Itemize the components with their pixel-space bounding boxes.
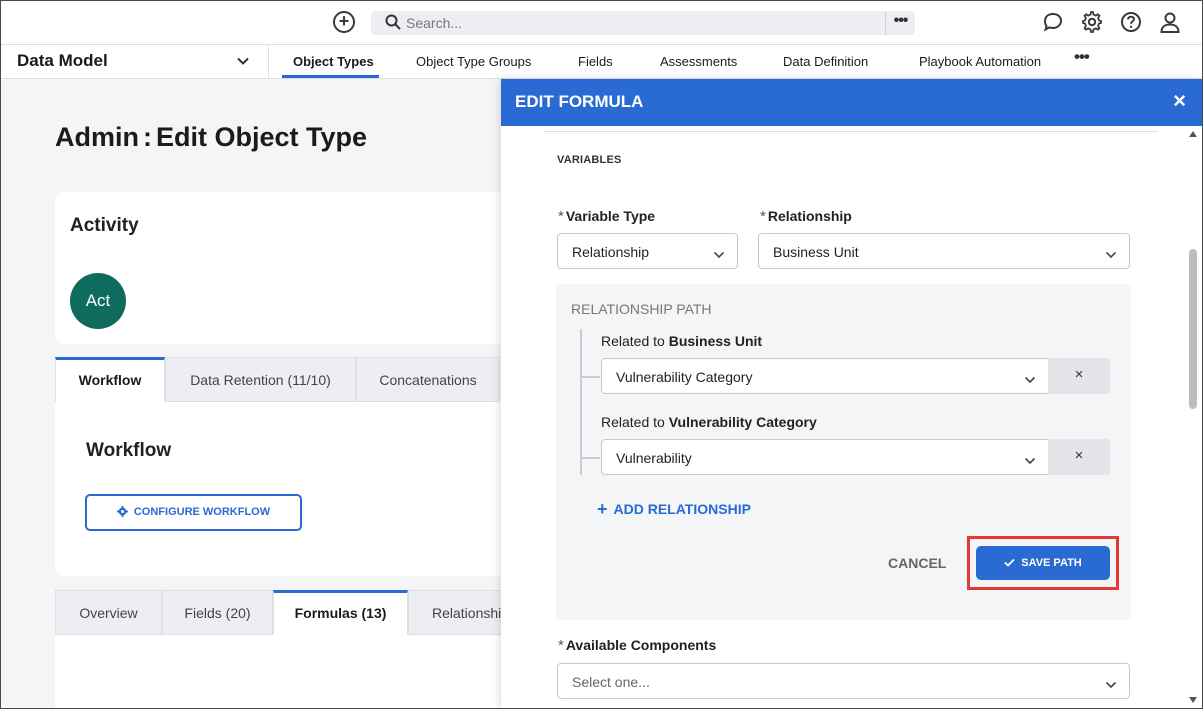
path-step-1-prefix: Related to — [601, 333, 665, 349]
variable-type-select[interactable]: Relationship — [557, 233, 738, 269]
tab-fields[interactable]: Fields (20) — [162, 590, 273, 635]
relationship-select[interactable]: Business Unit — [758, 233, 1130, 269]
chevron-down-icon[interactable] — [236, 54, 250, 73]
scroll-down-arrow[interactable] — [1189, 697, 1197, 703]
search-icon — [385, 14, 401, 35]
edit-formula-panel: EDIT FORMULA × VARIABLES * Variable Type … — [501, 79, 1203, 709]
tab-formulas[interactable]: Formulas (13) — [273, 590, 408, 635]
variable-type-label: * Variable Type — [558, 208, 655, 225]
close-icon[interactable]: × — [1173, 90, 1186, 112]
path-step-1-select[interactable]: Vulnerability Category × — [601, 358, 1110, 394]
chevron-down-icon — [1105, 247, 1117, 265]
path-step-2-select[interactable]: Vulnerability × — [601, 439, 1110, 475]
relationship-value: Business Unit — [773, 244, 859, 260]
top-tabs: Workflow Data Retention (11/10) Concaten… — [55, 357, 500, 402]
variable-type-value: Relationship — [572, 244, 650, 260]
available-components-select[interactable]: Select one... — [557, 663, 1130, 699]
required-asterisk: * — [558, 637, 564, 654]
relationship-label-text: Relationship — [767, 208, 852, 224]
required-asterisk: * — [558, 208, 564, 225]
nav-item-object-type-groups[interactable]: Object Type Groups — [416, 54, 531, 69]
add-relationship-label: ADD RELATIONSHIP — [613, 501, 751, 517]
configure-workflow-button[interactable]: CONFIGURE WORKFLOW — [85, 494, 302, 531]
path-tree-branch — [580, 376, 600, 378]
nav-more-button[interactable]: ••• — [1074, 47, 1090, 67]
section-title[interactable]: Data Model — [17, 51, 108, 71]
avatar: Act — [70, 273, 126, 329]
chat-icon[interactable] — [1042, 11, 1064, 33]
path-step-1-value: Vulnerability Category — [616, 369, 753, 385]
top-bar: + Search... ••• — [0, 0, 1203, 45]
user-icon[interactable] — [1159, 11, 1181, 33]
variables-label: VARIABLES — [557, 154, 622, 166]
tab-concatenations[interactable]: Concatenations — [356, 357, 500, 402]
save-path-button[interactable]: SAVE PATH — [976, 546, 1110, 580]
search-input[interactable]: Search... — [406, 15, 462, 31]
nav-item-data-definition[interactable]: Data Definition — [783, 54, 868, 69]
modal-title: EDIT FORMULA — [515, 92, 644, 111]
chevron-down-icon — [1024, 453, 1036, 471]
nav-bar: Data Model Object Types Object Type Grou… — [0, 45, 1203, 79]
required-asterisk: * — [760, 208, 766, 225]
gear-icon[interactable] — [1081, 11, 1103, 33]
path-step-2-prefix: Related to — [601, 414, 665, 430]
search-bar[interactable]: Search... ••• — [371, 11, 915, 35]
add-relationship-button[interactable]: + ADD RELATIONSHIP — [597, 499, 751, 520]
tab-workflow[interactable]: Workflow — [55, 357, 165, 402]
help-icon[interactable] — [1120, 11, 1142, 33]
tab-overview[interactable]: Overview — [55, 590, 162, 635]
page-title-separator: : — [143, 122, 152, 152]
search-options-button[interactable]: ••• — [885, 11, 915, 35]
formulas-panel — [55, 635, 525, 709]
path-step-2-label: Related to Vulnerability Category — [601, 414, 817, 430]
available-components-placeholder: Select one... — [572, 674, 650, 690]
available-components-label-text: Available Components — [565, 637, 717, 653]
remove-step-1-button[interactable]: × — [1048, 358, 1110, 394]
activity-card: Activity Act — [55, 192, 525, 344]
page-title-prefix: Admin — [55, 122, 139, 152]
path-tree-branch — [580, 457, 600, 459]
check-icon — [1004, 547, 1015, 581]
divider — [543, 131, 1158, 132]
workflow-card: Workflow CONFIGURE WORKFLOW — [55, 402, 525, 576]
scroll-thumb[interactable] — [1189, 249, 1197, 409]
relationship-path-box: RELATIONSHIP PATH Related to Business Un… — [556, 284, 1131, 620]
path-step-2-target: Vulnerability Category — [668, 414, 817, 430]
nav-divider — [268, 45, 269, 79]
variable-type-label-text: Variable Type — [565, 208, 656, 224]
bottom-tabs: Overview Fields (20) Formulas (13) Relat… — [55, 590, 518, 635]
nav-item-assessments[interactable]: Assessments — [660, 54, 737, 69]
gear-icon — [116, 498, 128, 531]
path-step-1-label: Related to Business Unit — [601, 333, 762, 349]
page-title-main: Edit Object Type — [156, 122, 368, 152]
relationship-path-title: RELATIONSHIP PATH — [571, 301, 712, 317]
workflow-title: Workflow — [86, 440, 172, 461]
available-components-label: * Available Components — [558, 637, 716, 654]
nav-item-fields[interactable]: Fields — [578, 54, 613, 69]
nav-item-playbook-automation[interactable]: Playbook Automation — [919, 54, 1041, 69]
configure-workflow-label: CONFIGURE WORKFLOW — [133, 506, 271, 518]
add-circle-icon[interactable]: + — [333, 11, 355, 33]
cancel-button[interactable]: CANCEL — [888, 555, 946, 571]
scroll-up-arrow[interactable] — [1189, 131, 1197, 137]
chevron-down-icon — [1105, 677, 1117, 695]
save-path-label: SAVE PATH — [1021, 557, 1082, 569]
plus-icon: + — [597, 499, 608, 519]
save-path-highlight: SAVE PATH — [967, 536, 1119, 590]
relationship-label: * Relationship — [760, 208, 852, 225]
modal-header: EDIT FORMULA × — [501, 79, 1203, 126]
active-nav-indicator — [282, 75, 379, 78]
chevron-down-icon — [713, 247, 725, 265]
path-step-1-target: Business Unit — [668, 333, 763, 349]
nav-item-object-types[interactable]: Object Types — [293, 54, 374, 69]
scrollbar[interactable] — [1184, 126, 1203, 709]
tab-data-retention[interactable]: Data Retention (11/10) — [165, 357, 356, 402]
remove-step-2-button[interactable]: × — [1048, 439, 1110, 475]
chevron-down-icon — [1024, 372, 1036, 390]
page-title: Admin: Edit Object Type — [55, 122, 367, 153]
activity-title: Activity — [70, 215, 139, 236]
path-step-2-value: Vulnerability — [616, 450, 692, 466]
path-tree-line — [580, 329, 582, 475]
